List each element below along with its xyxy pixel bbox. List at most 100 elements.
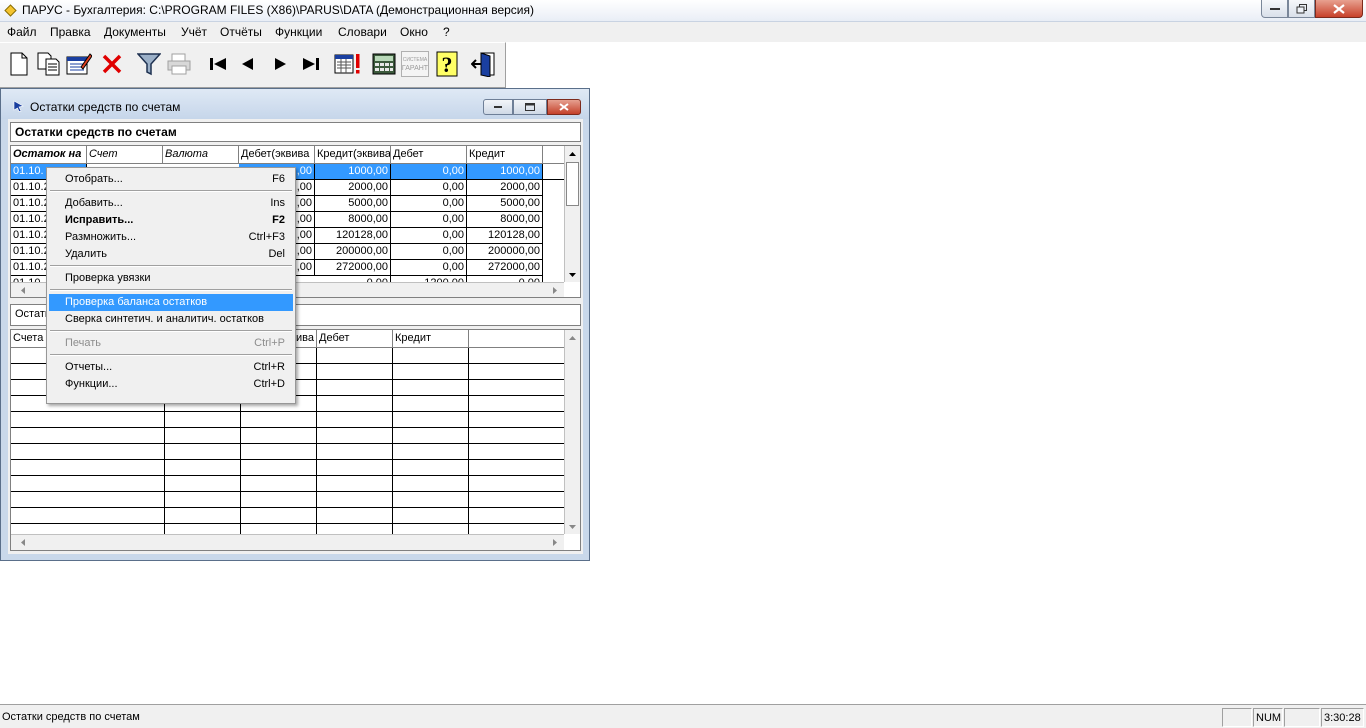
scroll-left-button[interactable] <box>15 283 30 297</box>
menu-item-select[interactable]: Отобрать... F6 <box>49 171 293 188</box>
column-header-debit[interactable]: Дебет <box>317 330 393 348</box>
garant-label-1: СИСТЕМА <box>403 57 428 63</box>
table-cell[interactable] <box>543 164 565 180</box>
table-cell[interactable]: 120128,00 <box>467 228 543 244</box>
filter-icon <box>137 53 161 76</box>
exit-button[interactable] <box>469 46 499 82</box>
scroll-right-button[interactable] <box>547 535 562 550</box>
table-cell[interactable]: 8000,00 <box>315 212 391 228</box>
restore-button[interactable] <box>1288 0 1315 18</box>
calculator-button[interactable] <box>369 46 399 82</box>
table-cell[interactable]: 2000,00 <box>467 180 543 196</box>
table-cell[interactable]: 1000,00 <box>467 164 543 180</box>
calendar-alert-button[interactable] <box>333 46 363 82</box>
table-cell[interactable]: 0,00 <box>391 180 467 196</box>
table-cell[interactable]: 0,00 <box>391 164 467 180</box>
menu-bar: Файл Правка Документы Учёт Отчёты Функци… <box>0 22 1366 42</box>
menu-item-check-balance[interactable]: Проверка баланса остатков <box>49 294 293 311</box>
delete-icon <box>102 54 122 74</box>
prev-record-button[interactable] <box>233 46 263 82</box>
detail-vertical-scrollbar[interactable] <box>564 330 580 534</box>
child-minimize-button[interactable] <box>483 99 513 115</box>
menu-item-add[interactable]: Добавить... Ins <box>49 195 293 212</box>
minimize-button[interactable] <box>1261 0 1288 18</box>
table-cell[interactable]: 0,00 <box>391 196 467 212</box>
scroll-left-button[interactable] <box>15 535 30 550</box>
table-cell[interactable]: 272000,00 <box>315 260 391 276</box>
scroll-up-button[interactable] <box>565 330 580 345</box>
arrow-up-icon <box>569 335 576 340</box>
column-header-balance-date[interactable]: Остаток на <box>11 146 87 164</box>
column-header-account[interactable]: Счет <box>87 146 163 164</box>
print-button[interactable] <box>164 46 194 82</box>
child-close-button[interactable] <box>547 99 581 115</box>
next-record-button[interactable] <box>265 46 295 82</box>
column-header-debit[interactable]: Дебет <box>391 146 467 164</box>
menu-item-reconcile[interactable]: Сверка синтетич. и аналитич. остатков <box>49 311 293 328</box>
calendar-alert-icon <box>334 54 360 74</box>
menu-item-functions[interactable]: Функции... Ctrl+D <box>49 376 293 393</box>
delete-button[interactable] <box>97 46 127 82</box>
table-cell[interactable]: 5000,00 <box>467 196 543 212</box>
scroll-up-button[interactable] <box>565 146 580 161</box>
menu-item-shortcut: Del <box>268 248 285 260</box>
detail-horizontal-scrollbar[interactable] <box>11 534 564 550</box>
menu-accounting[interactable]: Учёт <box>181 25 207 39</box>
table-cell[interactable]: 272000,00 <box>467 260 543 276</box>
column-header-currency[interactable]: Валюта <box>163 146 239 164</box>
menu-item-label: Печать <box>65 337 102 349</box>
close-button[interactable] <box>1315 0 1363 18</box>
menu-item-check-linkage[interactable]: Проверка увязки <box>49 270 293 287</box>
menu-item-print[interactable]: Печать Ctrl+P <box>49 335 293 352</box>
table-cell[interactable]: 200000,00 <box>467 244 543 260</box>
menu-item-reports[interactable]: Отчеты... Ctrl+R <box>49 359 293 376</box>
menu-item-edit[interactable]: Исправить... F2 <box>49 212 293 229</box>
table-cell[interactable]: 5000,00 <box>315 196 391 212</box>
table-cell[interactable]: 0,00 <box>391 260 467 276</box>
table-cell[interactable]: 0,00 <box>391 244 467 260</box>
menu-dictionaries[interactable]: Словари <box>338 25 387 39</box>
garant-button[interactable]: СИСТЕМА ГАРАНТ <box>400 46 430 82</box>
child-maximize-button[interactable] <box>513 99 547 115</box>
menu-item-delete[interactable]: Удалить Del <box>49 246 293 263</box>
menu-functions[interactable]: Функции <box>275 25 322 39</box>
column-header-credit[interactable]: Кредит <box>467 146 543 164</box>
help-glyph: ? <box>442 52 453 77</box>
table-cell[interactable]: 8000,00 <box>467 212 543 228</box>
vertical-scrollbar[interactable] <box>564 146 580 282</box>
last-record-button[interactable] <box>296 46 326 82</box>
menu-edit[interactable]: Правка <box>50 25 91 39</box>
menu-item-duplicate[interactable]: Размножить... Ctrl+F3 <box>49 229 293 246</box>
scroll-down-button[interactable] <box>565 267 580 282</box>
last-record-icon <box>303 58 319 70</box>
table-cell[interactable]: 200000,00 <box>315 244 391 260</box>
detail-tab-label: Остатк <box>15 308 50 320</box>
table-cell[interactable]: 0,00 <box>391 228 467 244</box>
first-record-button[interactable] <box>203 46 233 82</box>
column-header-credit[interactable]: Кредит <box>393 330 469 348</box>
menu-file[interactable]: Файл <box>7 25 37 39</box>
menu-documents[interactable]: Документы <box>104 25 166 39</box>
scroll-down-button[interactable] <box>565 519 580 534</box>
table-cell[interactable]: 0,00 <box>391 212 467 228</box>
menu-reports[interactable]: Отчёты <box>220 25 262 39</box>
scroll-right-button[interactable] <box>547 283 562 297</box>
menu-window[interactable]: Окно <box>400 25 428 39</box>
help-button[interactable]: ? <box>432 46 462 82</box>
column-header-debit-equiv[interactable]: Дебет(эквива <box>239 146 315 164</box>
table-cell[interactable]: 2000,00 <box>315 180 391 196</box>
child-title-bar: Остатки средств по счетам <box>1 89 589 119</box>
menu-help[interactable]: ? <box>443 25 450 39</box>
table-cell[interactable]: 120128,00 <box>315 228 391 244</box>
menu-separator <box>50 190 292 192</box>
filter-button[interactable] <box>134 46 164 82</box>
exit-icon <box>471 52 495 77</box>
arrow-down-icon <box>569 272 576 277</box>
new-document-button[interactable] <box>4 46 34 82</box>
table-cell[interactable]: 1000,00 <box>315 164 391 180</box>
arrow-right-icon <box>552 539 557 546</box>
edit-document-button[interactable] <box>64 46 94 82</box>
column-header-credit-equiv[interactable]: Кредит(эквива <box>315 146 391 164</box>
scroll-thumb[interactable] <box>566 162 579 206</box>
copy-document-button[interactable] <box>34 46 64 82</box>
